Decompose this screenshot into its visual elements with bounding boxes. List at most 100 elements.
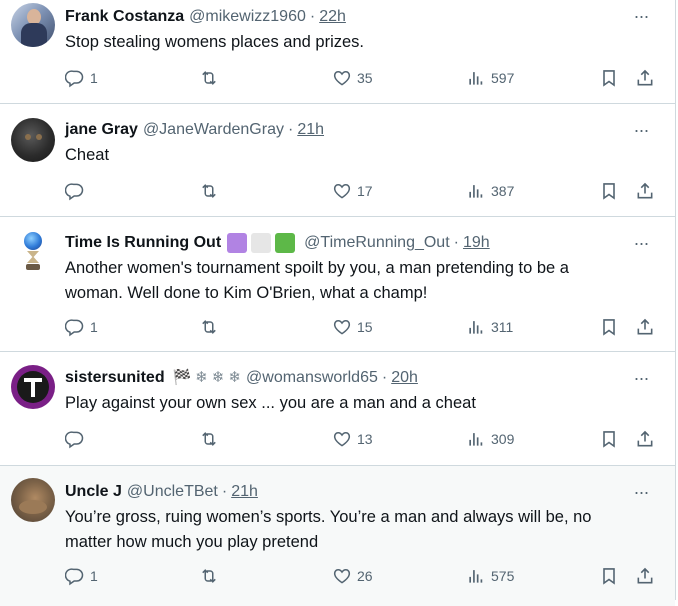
reply-icon	[65, 566, 85, 586]
views-button[interactable]: 387	[466, 181, 514, 201]
more-options-icon[interactable]: ···	[631, 369, 651, 392]
reply-button[interactable]	[65, 429, 90, 449]
heart-icon	[332, 181, 352, 201]
reply-button[interactable]: 1	[65, 566, 98, 586]
action-bar: 17 387	[65, 181, 660, 201]
views-icon	[466, 317, 486, 337]
tweet-text: Another women's tournament spoilt by you…	[65, 259, 569, 302]
reply-icon	[65, 68, 85, 88]
reply-button[interactable]: 1	[65, 68, 98, 88]
views-button[interactable]: 575	[466, 566, 514, 586]
author-handle[interactable]: @mikewizz1960	[189, 7, 306, 27]
share-button[interactable]	[635, 566, 655, 586]
share-button[interactable]	[635, 317, 655, 337]
share-icon	[635, 181, 655, 201]
view-count: 311	[491, 319, 514, 335]
tweet[interactable]: Frank Costanza @mikewizz1960 · 22h ··· S…	[0, 0, 675, 104]
white-square-icon	[251, 233, 272, 253]
more-options-icon[interactable]: ···	[631, 483, 651, 506]
bookmark-button[interactable]	[599, 181, 619, 201]
tweet[interactable]: Uncle J @UncleTBet · 21h ··· You’re gros…	[0, 466, 675, 606]
author-name[interactable]: Time Is Running Out	[65, 233, 221, 253]
tweet[interactable]: jane Gray @JaneWardenGray · 21h ··· Chea…	[0, 104, 675, 217]
reply-button[interactable]	[65, 181, 90, 201]
tweet-text: Cheat	[65, 146, 110, 164]
share-button[interactable]	[635, 181, 655, 201]
author-handle[interactable]: @TimeRunning_Out	[304, 233, 450, 253]
profile-color-badges	[227, 233, 299, 253]
tweet-text: You’re gross, ruing women’s sports. You’…	[65, 508, 592, 551]
avatar[interactable]	[11, 3, 55, 47]
bookmark-icon	[599, 566, 619, 586]
snowflake-icon: ❄	[228, 369, 242, 386]
timestamp-link[interactable]: 21h	[231, 482, 258, 502]
heart-icon	[332, 68, 352, 88]
author-name[interactable]: jane Gray	[65, 120, 138, 140]
bookmark-icon	[599, 429, 619, 449]
like-button[interactable]: 17	[332, 181, 373, 201]
avatar[interactable]	[11, 478, 55, 522]
retweet-button[interactable]	[199, 181, 224, 201]
action-bar: 1 35 597	[65, 68, 660, 88]
author-handle[interactable]: @JaneWardenGray	[143, 120, 284, 140]
timestamp-link[interactable]: 21h	[297, 120, 324, 140]
like-count: 17	[357, 183, 373, 199]
action-bar: 13 309	[65, 429, 660, 449]
views-button[interactable]: 311	[466, 317, 513, 337]
timestamp-link[interactable]: 20h	[391, 368, 418, 388]
view-count: 575	[491, 568, 515, 584]
share-button[interactable]	[635, 68, 655, 88]
like-button[interactable]: 26	[332, 566, 373, 586]
view-count: 387	[491, 183, 515, 199]
views-button[interactable]: 309	[466, 429, 514, 449]
retweet-icon	[199, 181, 219, 201]
tweet[interactable]: sistersunited 🏁 ❄ ❄ ❄ @womansworld65 · 2…	[0, 352, 675, 466]
reply-icon	[65, 181, 85, 201]
author-name[interactable]: Frank Costanza	[65, 7, 184, 27]
more-options-icon[interactable]: ···	[631, 234, 651, 257]
like-button[interactable]: 35	[332, 68, 373, 88]
views-icon	[466, 68, 486, 88]
tweet[interactable]: Time Is Running Out @TimeRunning_Out · 1…	[0, 217, 675, 352]
retweet-button[interactable]	[199, 317, 224, 337]
like-count: 26	[357, 568, 373, 584]
separator: ·	[381, 369, 388, 386]
views-icon	[466, 566, 486, 586]
bookmark-button[interactable]	[599, 429, 619, 449]
views-icon	[466, 181, 486, 201]
like-button[interactable]: 15	[332, 317, 373, 337]
retweet-button[interactable]	[199, 566, 224, 586]
retweet-button[interactable]	[199, 68, 224, 88]
heart-icon	[332, 317, 352, 337]
bookmark-icon	[599, 181, 619, 201]
author-handle[interactable]: @UncleTBet	[127, 482, 218, 502]
reply-icon	[65, 429, 85, 449]
share-icon	[635, 429, 655, 449]
reply-button[interactable]: 1	[65, 317, 98, 337]
retweet-icon	[199, 566, 219, 586]
author-name[interactable]: sistersunited	[65, 368, 165, 388]
avatar[interactable]	[11, 365, 55, 409]
bookmark-button[interactable]	[599, 317, 619, 337]
profile-emoji: 🏁 ❄ ❄ ❄	[169, 368, 241, 388]
author-handle[interactable]: @womansworld65	[246, 368, 378, 388]
avatar[interactable]	[11, 118, 55, 162]
checkered-flag-icon: 🏁	[172, 369, 192, 386]
timestamp-link[interactable]: 19h	[463, 233, 490, 253]
author-name[interactable]: Uncle J	[65, 482, 122, 502]
tweet-feed: Frank Costanza @mikewizz1960 · 22h ··· S…	[0, 0, 676, 606]
tweet-text: Play against your own sex ... you are a …	[65, 394, 476, 412]
snowflake-icon: ❄	[211, 369, 225, 386]
timestamp-link[interactable]: 22h	[319, 7, 346, 27]
bookmark-button[interactable]	[599, 68, 619, 88]
action-bar: 1 15 311	[65, 317, 660, 337]
bookmark-button[interactable]	[599, 566, 619, 586]
avatar[interactable]	[11, 229, 55, 277]
retweet-button[interactable]	[199, 429, 224, 449]
views-button[interactable]: 597	[466, 68, 514, 88]
reply-icon	[65, 317, 85, 337]
more-options-icon[interactable]: ···	[631, 121, 651, 144]
like-button[interactable]: 13	[332, 429, 373, 449]
share-button[interactable]	[635, 429, 655, 449]
more-options-icon[interactable]: ···	[631, 7, 651, 30]
